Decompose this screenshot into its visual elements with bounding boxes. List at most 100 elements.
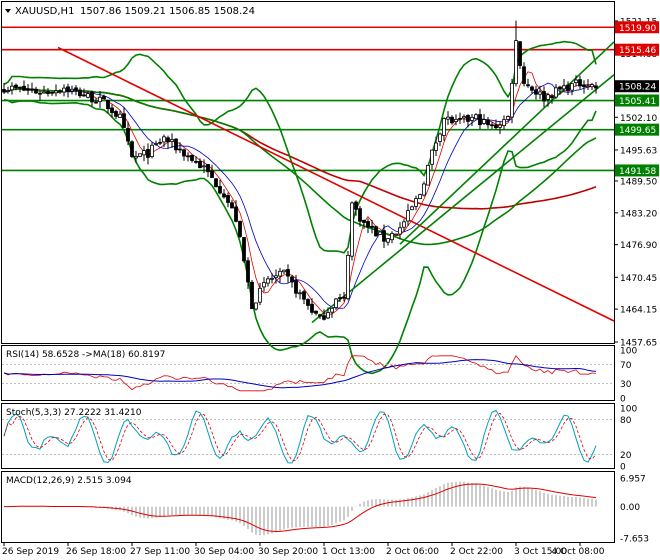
level-tag-label: 1505.41 bbox=[619, 97, 656, 107]
candle-body bbox=[18, 86, 22, 89]
candle-body bbox=[58, 90, 62, 93]
price-chart[interactable]: 1521.151514.681508.241502.101495.631489.… bbox=[0, 0, 660, 560]
candle-body bbox=[510, 82, 514, 118]
candle-body bbox=[422, 183, 426, 196]
macd-tick-label: 0.00 bbox=[620, 503, 640, 513]
candle-body bbox=[42, 91, 46, 94]
time-tick-label: 2 Oct 06:00 bbox=[386, 547, 439, 557]
candle-body bbox=[334, 298, 338, 308]
candle-body bbox=[98, 96, 102, 103]
candle-body bbox=[170, 139, 174, 142]
candle-body bbox=[466, 115, 470, 122]
candle-body bbox=[10, 85, 14, 91]
candle-body bbox=[590, 84, 594, 88]
candle-body bbox=[150, 144, 154, 157]
candle-body bbox=[226, 195, 230, 203]
candle-body bbox=[190, 154, 194, 161]
candle-body bbox=[202, 165, 206, 168]
candle-body bbox=[586, 85, 590, 88]
price-tick-label: 1502.10 bbox=[620, 114, 657, 124]
candle-body bbox=[154, 143, 158, 145]
candle-body bbox=[74, 87, 78, 91]
candle-body bbox=[394, 233, 398, 236]
time-tick-label: 30 Sep 04:00 bbox=[194, 547, 254, 557]
candle-body bbox=[506, 116, 510, 120]
candle-body bbox=[342, 296, 346, 299]
candle-body bbox=[198, 160, 202, 169]
candle-body bbox=[246, 260, 250, 283]
candle-body bbox=[34, 88, 38, 94]
candle-body bbox=[358, 208, 362, 222]
candle-body bbox=[126, 128, 130, 142]
candle-body bbox=[82, 94, 86, 97]
candle-body bbox=[54, 90, 58, 94]
candle-body bbox=[582, 84, 586, 88]
macd-tick-label: -7.653 bbox=[620, 535, 649, 545]
candle-body bbox=[478, 114, 482, 126]
rsi-tick-label: 100 bbox=[620, 347, 637, 357]
candle-body bbox=[270, 277, 274, 280]
candle-body bbox=[254, 302, 258, 310]
candle-body bbox=[186, 155, 190, 158]
stoch-tick-label: 20 bbox=[620, 451, 632, 461]
candle-body bbox=[106, 99, 110, 110]
candle-body bbox=[530, 86, 534, 91]
candle-body bbox=[502, 119, 506, 127]
time-tick-label: 2 Oct 22:00 bbox=[450, 547, 503, 557]
candle-body bbox=[78, 89, 82, 97]
candle-body bbox=[490, 124, 494, 127]
candle-body bbox=[426, 164, 430, 186]
price-tick-label: 1489.50 bbox=[620, 177, 657, 187]
candle-body bbox=[286, 269, 290, 277]
candle-body bbox=[94, 101, 98, 104]
candle-body bbox=[566, 84, 570, 92]
candle-body bbox=[414, 198, 418, 207]
candle-body bbox=[542, 91, 546, 102]
candle-body bbox=[302, 291, 306, 300]
candle-body bbox=[30, 88, 34, 91]
candle-body bbox=[406, 210, 410, 222]
candle-body bbox=[314, 310, 318, 314]
candle-body bbox=[26, 88, 30, 91]
current-price-label: 1508.24 bbox=[619, 83, 656, 93]
candle-body bbox=[90, 91, 94, 103]
candle-body bbox=[114, 111, 118, 117]
candle-body bbox=[210, 170, 214, 178]
candle-body bbox=[390, 233, 394, 241]
candle-body bbox=[574, 79, 578, 84]
rsi-tick-label: 70 bbox=[620, 361, 632, 371]
candle-body bbox=[258, 287, 262, 303]
candle-body bbox=[214, 178, 218, 188]
candle-body bbox=[550, 95, 554, 99]
candle-body bbox=[362, 219, 366, 223]
time-tick-label: 26 Sep 18:00 bbox=[66, 547, 126, 557]
candle-body bbox=[6, 90, 10, 92]
candle-body bbox=[526, 84, 530, 87]
candle-body bbox=[238, 220, 242, 237]
candle-body bbox=[218, 186, 222, 194]
candle-body bbox=[250, 281, 254, 310]
candle-body bbox=[310, 303, 314, 313]
candle-body bbox=[498, 124, 502, 128]
time-tick-label: 26 Sep 2019 bbox=[2, 547, 59, 557]
candle-body bbox=[354, 201, 358, 210]
candle-body bbox=[450, 116, 454, 124]
candle-body bbox=[522, 66, 526, 84]
candle-body bbox=[86, 93, 90, 98]
stoch-tick-label: 0 bbox=[620, 463, 626, 473]
candle-body bbox=[434, 142, 438, 151]
candle-body bbox=[162, 136, 166, 143]
candle-body bbox=[102, 96, 106, 100]
candle-body bbox=[538, 91, 542, 95]
rsi-label: RSI(14) 58.6528 ->MA(18) 60.8197 bbox=[6, 350, 165, 360]
candle-body bbox=[274, 275, 278, 279]
candle-body bbox=[174, 138, 178, 151]
candle-body bbox=[374, 226, 378, 237]
candle-body bbox=[486, 119, 490, 126]
price-tick-label: 1476.90 bbox=[620, 241, 657, 251]
candle-body bbox=[534, 89, 538, 95]
candle-body bbox=[382, 230, 386, 242]
candle-body bbox=[442, 118, 446, 136]
candle-body bbox=[290, 276, 294, 283]
candle-body bbox=[570, 83, 574, 91]
